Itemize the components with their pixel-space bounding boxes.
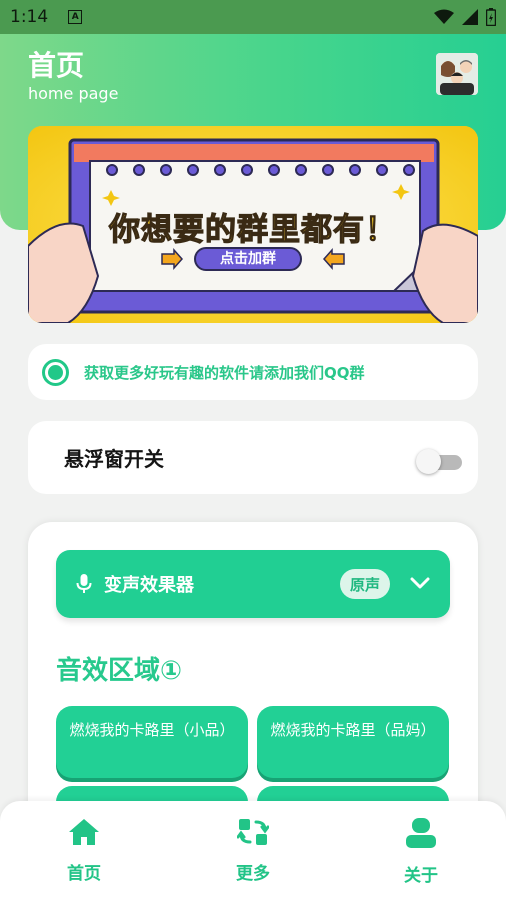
floating-window-label: 悬浮窗开关 [64, 447, 164, 471]
voice-changer-dropdown[interactable]: 变声效果器 原声 [56, 550, 450, 618]
avatar-image [436, 53, 478, 95]
sound-button[interactable]: 燃烧我的卡路里（小品） [56, 706, 248, 778]
sound-button-label: 燃烧我的卡路里（品妈） [270, 721, 436, 739]
join-group-button[interactable]: 点击加群 [195, 248, 301, 270]
microphone-icon [76, 574, 92, 593]
battery-icon [486, 8, 496, 26]
sound-button-label: 燃烧我的卡路里（小品） [69, 721, 235, 739]
nav-label: 首页 [67, 864, 101, 884]
page-subtitle: home page [28, 84, 119, 103]
status-bar: 1:14 A [0, 0, 506, 34]
radio-dot-icon [42, 358, 69, 386]
nav-label: 关于 [404, 866, 438, 886]
status-icons [434, 8, 496, 26]
floating-window-card: 悬浮窗开关 [28, 421, 478, 494]
page-title: 首页 [28, 49, 85, 82]
banner-headline: 你想要的群里都有！ [108, 211, 397, 248]
nav-item-more[interactable]: 更多 [203, 817, 303, 884]
notification-icon: A [68, 10, 83, 24]
nav-item-about[interactable]: 关于 [371, 817, 471, 886]
swap-icon [236, 819, 270, 845]
chevron-down-icon [410, 577, 430, 589]
voice-changer-title: 变声效果器 [104, 575, 194, 596]
notice-text: 获取更多好玩有趣的软件请添加我们QQ群 [84, 363, 365, 382]
toggle-thumb [416, 449, 441, 474]
join-group-label: 点击加群 [220, 251, 276, 267]
status-time: 1:14 [10, 7, 49, 27]
sound-button[interactable]: 燃烧我的卡路里（品妈） [257, 706, 449, 778]
nav-label: 更多 [236, 864, 270, 884]
wifi-icon [434, 9, 454, 24]
signal-icon [462, 9, 478, 25]
qq-group-notice[interactable]: 获取更多好玩有趣的软件请添加我们QQ群 [28, 344, 478, 400]
promo-banner[interactable]: 你想要的群里都有！ 点击加群 [28, 126, 478, 323]
home-icon [69, 819, 99, 845]
floating-window-toggle[interactable] [416, 449, 462, 474]
sound-section-title: 音效区域① [56, 656, 183, 686]
bottom-nav: 首页 更多 关于 [0, 801, 506, 899]
avatar[interactable] [436, 53, 478, 95]
current-mode-badge: 原声 [340, 569, 391, 599]
user-icon [406, 818, 436, 848]
nav-item-home[interactable]: 首页 [34, 817, 134, 884]
